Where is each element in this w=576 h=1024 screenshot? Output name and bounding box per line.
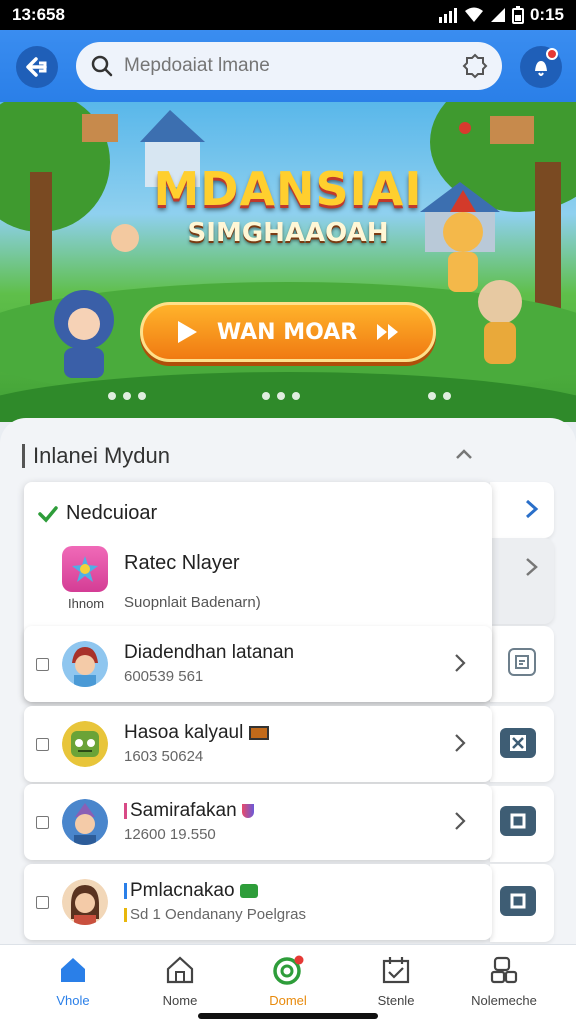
row-title: Diadendhan latanan (124, 642, 295, 663)
banner-subtitle: SIMGHAAOAH (187, 218, 389, 248)
rated-player-icon (62, 546, 108, 592)
carousel-dots-right[interactable] (428, 392, 451, 400)
list-item[interactable]: Pmlacnakao Sd 1 Oendanany Poelgras (24, 864, 492, 940)
carousel-dots-center[interactable] (262, 392, 300, 400)
fast-forward-icon (376, 324, 398, 340)
nav-label: Vhole (56, 993, 90, 1008)
row-checkbox[interactable] (36, 896, 49, 909)
carousel-dots-left[interactable] (108, 392, 146, 400)
banner-scene-illustration (0, 102, 576, 422)
app-screen: 13:658 0:15 Mepdoaiat lmane MDANSIAI SIM… (0, 0, 576, 1024)
list-item[interactable]: Hasoa kalyaul 1603 50624 (24, 706, 492, 782)
row-accent-bar (124, 882, 127, 899)
calendar-icon (382, 957, 410, 984)
search-bar[interactable] (76, 42, 502, 90)
row-subtitle: 600539 561 (124, 668, 204, 685)
rated-player-caption: Ihnom (68, 596, 105, 611)
status-icons: 0:15 (438, 5, 564, 25)
chevron-right-icon[interactable] (452, 810, 468, 832)
home-filled-icon (61, 958, 85, 982)
nav-label: Nome (162, 993, 198, 1008)
document-icon (515, 655, 529, 669)
avatar (62, 799, 108, 845)
target-icon (273, 955, 304, 985)
nav-item-nolemeche[interactable]: Nolemeche (459, 955, 549, 1008)
battery-icon (511, 6, 524, 24)
row-checkbox[interactable] (36, 816, 49, 829)
star-burst-icon (72, 556, 98, 582)
row-checkbox[interactable] (36, 738, 49, 751)
home-outline-icon (166, 956, 194, 984)
square-icon (510, 893, 526, 909)
collapse-chevron-icon[interactable] (452, 442, 476, 466)
signal-icon (438, 8, 457, 23)
status-time: 13:658 (12, 5, 65, 24)
section-title: Inlanei Mydun (22, 444, 170, 468)
bottom-navigation: Vhole Nome Domel Stenle Nolemeche (0, 944, 576, 1024)
row-subtitle: 12600 19.550 (124, 826, 216, 843)
nav-label: Stenle (377, 993, 415, 1008)
cell-icon (490, 8, 505, 22)
chevron-right-icon[interactable] (522, 498, 542, 520)
shield-badge-icon (241, 803, 254, 818)
row-title: Samirafakan (124, 800, 254, 822)
row-accent-bar (124, 908, 127, 923)
search-input[interactable] (124, 55, 462, 77)
row-action-button[interactable] (500, 728, 536, 758)
nav-label: Nolemeche (471, 993, 537, 1008)
people-icon (490, 956, 518, 984)
avatar (62, 641, 108, 687)
popup-header[interactable]: Nedcuioar (38, 502, 157, 525)
nav-label: Domel (269, 993, 307, 1008)
checkmark-icon (38, 505, 58, 523)
home-indicator[interactable] (198, 1013, 378, 1019)
row-checkbox[interactable] (36, 658, 49, 671)
avatar (62, 879, 108, 925)
play-now-button[interactable]: WAN MOAR (140, 302, 436, 362)
rated-player-subtitle: Suopnlait Badenarn) (124, 594, 261, 611)
chevron-right-icon[interactable] (452, 652, 468, 674)
status-bar: 13:658 0:15 (0, 0, 576, 30)
list-item[interactable]: Diadendhan latanan 600539 561 (24, 626, 492, 702)
square-icon (510, 813, 526, 829)
promo-banner[interactable]: MDANSIAI SIMGHAAOAH WAN MOAR (0, 102, 576, 422)
notification-button[interactable] (520, 46, 562, 88)
chevron-right-icon[interactable] (452, 732, 468, 754)
row-accent-bar (124, 802, 127, 819)
popup-header-label: Nedcuioar (66, 502, 158, 524)
row-action-button[interactable] (500, 886, 536, 916)
nav-item-nome[interactable]: Nome (135, 955, 225, 1008)
nav-item-vhole[interactable]: Vhole (28, 955, 118, 1008)
notification-dot (546, 48, 558, 60)
rated-player-title[interactable]: Ratec Nlayer (124, 552, 240, 575)
close-box-icon (510, 735, 526, 751)
play-button-label: WAN MOAR (216, 319, 358, 345)
chevron-right-icon[interactable] (522, 556, 542, 578)
banner-title: MDANSIAI (153, 162, 423, 216)
camera-badge-icon (239, 883, 258, 898)
row-badge-icon (248, 725, 269, 740)
row-action-button[interactable] (500, 806, 536, 836)
list-item[interactable]: Samirafakan 12600 19.550 (24, 784, 492, 860)
row-action-button[interactable] (508, 648, 536, 676)
row-title: Hasoa kalyaul (124, 722, 269, 744)
settings-badge-icon[interactable] (462, 53, 488, 79)
row-subtitle: 1603 50624 (124, 748, 204, 765)
app-header (0, 30, 576, 102)
status-right-time: 0:15 (529, 5, 564, 24)
row-subtitle: Sd 1 Oendanany Poelgras (124, 906, 306, 923)
wifi-icon (464, 7, 483, 22)
background-card (490, 538, 554, 624)
row-title: Pmlacnakao (124, 880, 258, 902)
back-arrow-icon (26, 57, 47, 77)
search-icon (91, 55, 113, 77)
back-button[interactable] (16, 46, 58, 88)
avatar (62, 721, 108, 767)
play-icon (178, 321, 197, 343)
nav-item-domel[interactable]: Domel (243, 955, 333, 1008)
nav-item-stenle[interactable]: Stenle (351, 955, 441, 1008)
